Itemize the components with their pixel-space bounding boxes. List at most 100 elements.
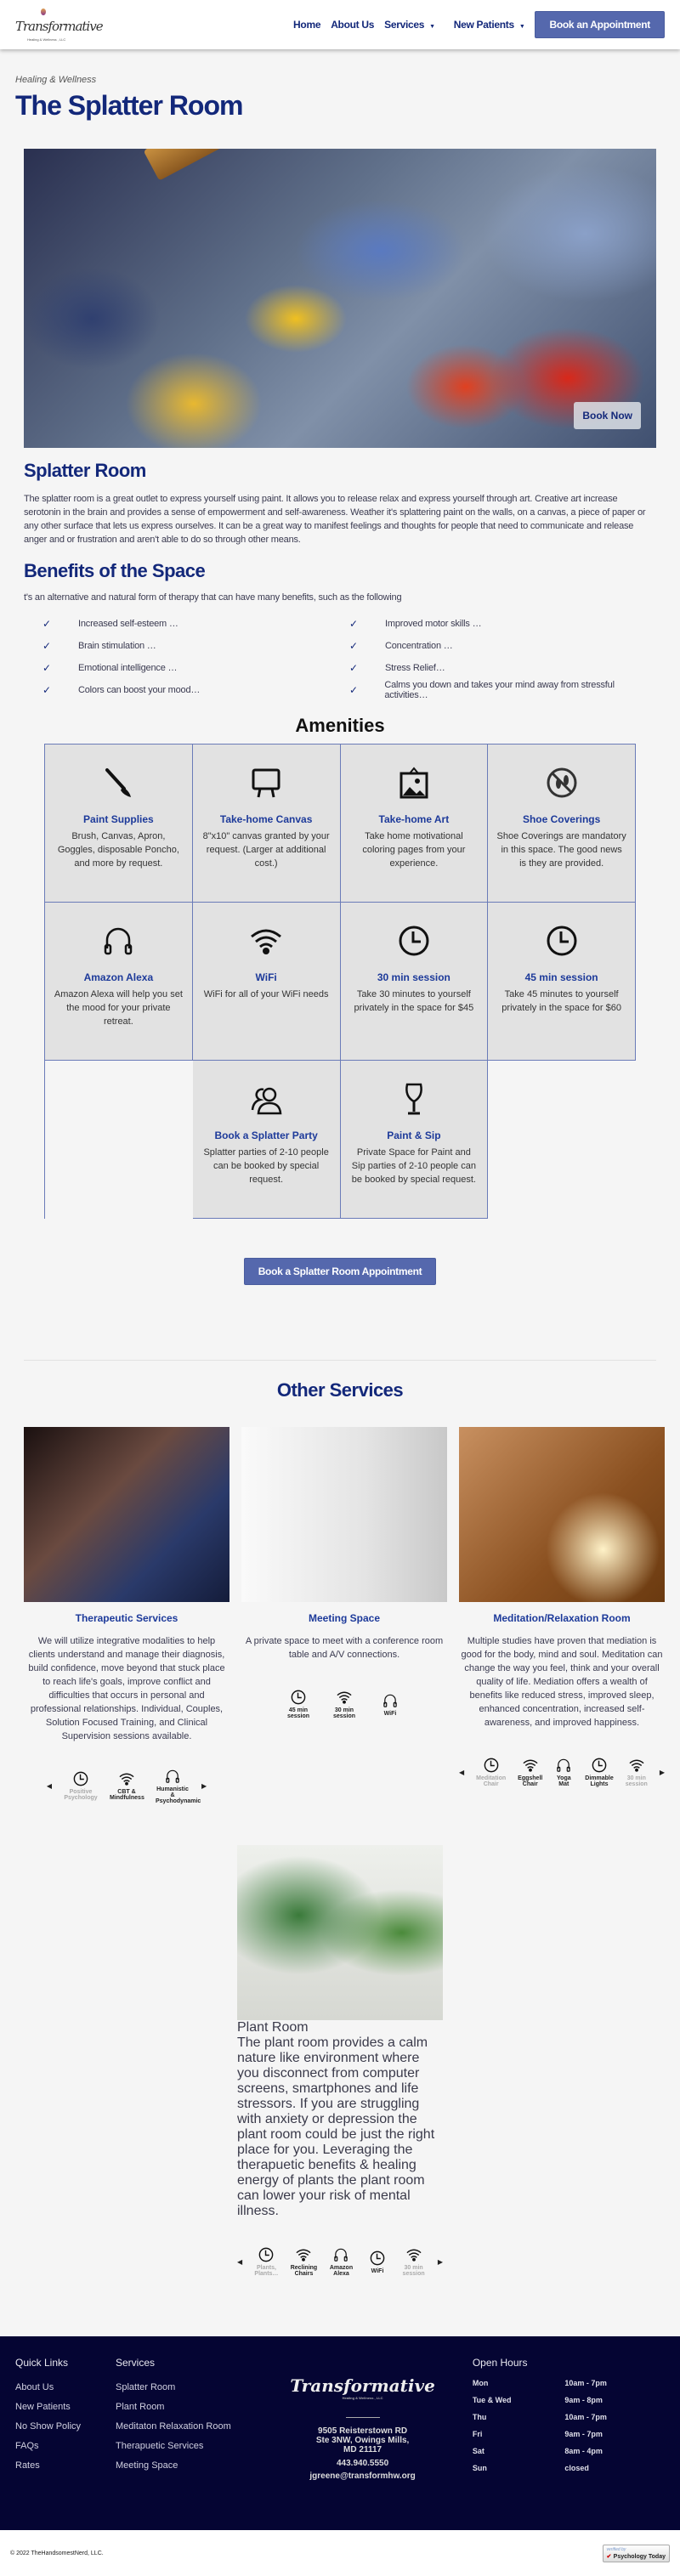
hours-time: 9am - 7pm <box>564 2430 603 2438</box>
carousel-prev-icon[interactable]: ◀ <box>237 2258 242 2266</box>
benefit-item: ✓ Increased self-esteem … <box>42 613 349 635</box>
benefit-item: ✓ Improved motor skills … <box>349 613 656 635</box>
benefit-item: ✓ Emotional intelligence … <box>42 657 349 679</box>
amenity-desc: Private Space for Paint and Sip parties … <box>351 1147 476 1185</box>
checkmark-icon: ✓ <box>349 640 358 652</box>
footer-service-link[interactable]: Meeting Space <box>116 2460 249 2471</box>
services-list: Splatter Room Plant Room Meditaton Relaxat… <box>116 2382 249 2471</box>
check-icon: ✔ <box>606 2553 612 2560</box>
clock-icon <box>259 2247 274 2262</box>
wine-glass-icon <box>405 1083 422 1115</box>
carousel-next-icon[interactable]: ▶ <box>438 2258 443 2266</box>
logo-text: Transformative <box>15 19 104 34</box>
book-splatter-room-button[interactable]: Book a Splatter Room Appointment <box>243 1258 437 1285</box>
headphones-icon <box>105 927 133 955</box>
nav-home[interactable]: Home <box>293 19 320 31</box>
footer-service-link[interactable]: Therapuetic Services <box>116 2441 249 2451</box>
section-title: Splatter Room <box>24 460 146 481</box>
nav-new-patients[interactable]: New Patients ▼ <box>454 19 525 31</box>
badge-label: Psychology Today <box>613 2553 666 2560</box>
service-title[interactable]: Therapeutic Services <box>24 1612 230 1624</box>
footer-services: Services Splatter Room Plant Room Meditato… <box>116 2357 249 2530</box>
site-header: Transformative Healing & Wellness , LLC … <box>0 0 680 49</box>
wifi-icon <box>337 1691 352 1704</box>
feature-item[interactable]: 30 min session <box>626 1757 648 1787</box>
services-title: Services <box>116 2357 156 2369</box>
nav-services-label: Services <box>384 19 425 31</box>
footer-service-link[interactable]: Plant Room <box>116 2402 249 2412</box>
feature-label: 30 min session <box>402 2265 425 2277</box>
wifi-icon <box>251 929 282 954</box>
feature-item[interactable]: Positive Psychology <box>64 1770 98 1801</box>
footer-link[interactable]: About Us <box>15 2382 116 2392</box>
amenity-desc: Splatter parties of 2-10 people can be b… <box>203 1147 329 1185</box>
plant-room-card: Plant Room The plant room provides a cal… <box>237 1845 443 2279</box>
book-appointment-button[interactable]: Book an Appointment <box>535 11 665 38</box>
badge-caption: verified by <box>606 2546 626 2552</box>
service-title[interactable]: Plant Room <box>237 2020 443 2035</box>
amenity-card: Take-home Canvas 8"x10" canvas granted by… <box>192 744 341 903</box>
hours-row: Mon 10am - 7pm <box>473 2375 665 2392</box>
hours-row: Sun closed <box>473 2460 665 2477</box>
footer-link[interactable]: FAQs <box>15 2441 116 2451</box>
amenity-title: Take-home Canvas <box>219 813 313 825</box>
email-link[interactable]: jgreene@transformhw.org <box>275 2471 450 2481</box>
feature-item[interactable]: 45 min session <box>281 1689 315 1719</box>
feature-label: Positive Psychology <box>64 1789 98 1801</box>
benefit-item: ✓ Colors can boost your mood… <box>42 679 349 701</box>
feature-item[interactable]: Meditation Chair <box>476 1757 506 1787</box>
feature-item[interactable]: WiFi <box>373 1692 407 1717</box>
feature-item[interactable]: Reclining Chairs <box>291 2246 317 2277</box>
feature-item[interactable]: Yoga Mat <box>554 1757 573 1787</box>
feature-item[interactable]: CBT & Mindfulness <box>110 1770 144 1801</box>
amenities-grid: Paint Supplies Brush, Canvas, Apron, Gogg… <box>44 744 636 1219</box>
amenity-title: Paint & Sip <box>387 1129 441 1141</box>
service-card: Meeting Space A private space to meet wi… <box>241 1427 447 1803</box>
hero-image: Book Now <box>24 149 656 448</box>
benefit-text: Emotional intelligence … <box>78 663 178 673</box>
service-title[interactable]: Meditation/Relaxation Room <box>459 1612 665 1624</box>
logo[interactable]: Transformative Healing & Wellness , LLC <box>15 5 104 44</box>
carousel-prev-icon[interactable]: ◀ <box>47 1782 52 1790</box>
phone[interactable]: 443.940.5550 <box>275 2459 450 2468</box>
footer-link[interactable]: Rates <box>15 2460 116 2471</box>
benefit-text: Calms you down and takes your mind away … <box>384 680 615 700</box>
feature-label: Amazon Alexa <box>329 2265 354 2277</box>
carousel-prev-icon[interactable]: ◀ <box>459 1769 464 1776</box>
feature-item[interactable]: Dimmable Lights <box>585 1757 614 1787</box>
footer-service-link[interactable]: Meditaton Relaxation Room <box>116 2421 249 2432</box>
hours-row: Sat 8am - 4pm <box>473 2443 665 2460</box>
carousel-next-icon[interactable]: ▶ <box>660 1769 665 1776</box>
feature-carousel: ◀ Plants, Plants… Reclining Chairs Amazon A… <box>237 2245 443 2279</box>
footer-service-link[interactable]: Splatter Room <box>116 2382 249 2392</box>
hours-day: Tue & Wed <box>472 2396 512 2404</box>
service-title[interactable]: Meeting Space <box>241 1612 447 1624</box>
feature-item[interactable]: Eggshell Chair <box>518 1757 542 1787</box>
feature-item[interactable]: Plants, Plants… <box>254 2246 279 2277</box>
feature-label: WiFi <box>383 1710 397 1717</box>
carousel-next-icon[interactable]: ▶ <box>201 1782 207 1790</box>
hero: Healing & Wellness The Splatter Room <box>0 49 680 122</box>
nav-services[interactable]: Services ▼ <box>384 19 435 31</box>
service-desc: Multiple studies have proven that mediat… <box>461 1636 663 1728</box>
feature-item[interactable]: Humanistic & Psychodynamic <box>156 1768 201 1804</box>
clock-icon <box>291 1690 306 1705</box>
footer-link[interactable]: New Patients <box>15 2402 116 2412</box>
hours-day: Sun <box>472 2464 487 2472</box>
hours-time: 8am - 4pm <box>564 2447 603 2455</box>
nav-about-us[interactable]: About Us <box>331 19 374 31</box>
benefits-intro: t's an alternative and natural form of t… <box>24 592 402 603</box>
hours-day: Thu <box>472 2413 487 2421</box>
feature-item[interactable]: 30 min session <box>401 2246 426 2277</box>
address-line: Ste 3NW, Owings Mills, <box>315 2436 410 2445</box>
feature-item[interactable]: Amazon Alexa <box>329 2246 354 2277</box>
divider <box>345 2417 380 2418</box>
benefit-item: ✓ Stress Relief… <box>349 657 656 679</box>
footer-logo-sub: Healing & Wellness , LLC <box>342 2396 383 2400</box>
footer-link[interactable]: No Show Policy <box>15 2421 116 2432</box>
book-now-button[interactable]: Book Now <box>574 402 641 429</box>
feature-item[interactable]: WiFi <box>366 2250 390 2274</box>
feature-item[interactable]: 30 min session <box>327 1689 361 1719</box>
amenity-desc: Take 30 minutes to yourself privately in… <box>354 989 474 1013</box>
psychology-today-badge[interactable]: verified by ✔ Psychology Today <box>602 2544 670 2562</box>
